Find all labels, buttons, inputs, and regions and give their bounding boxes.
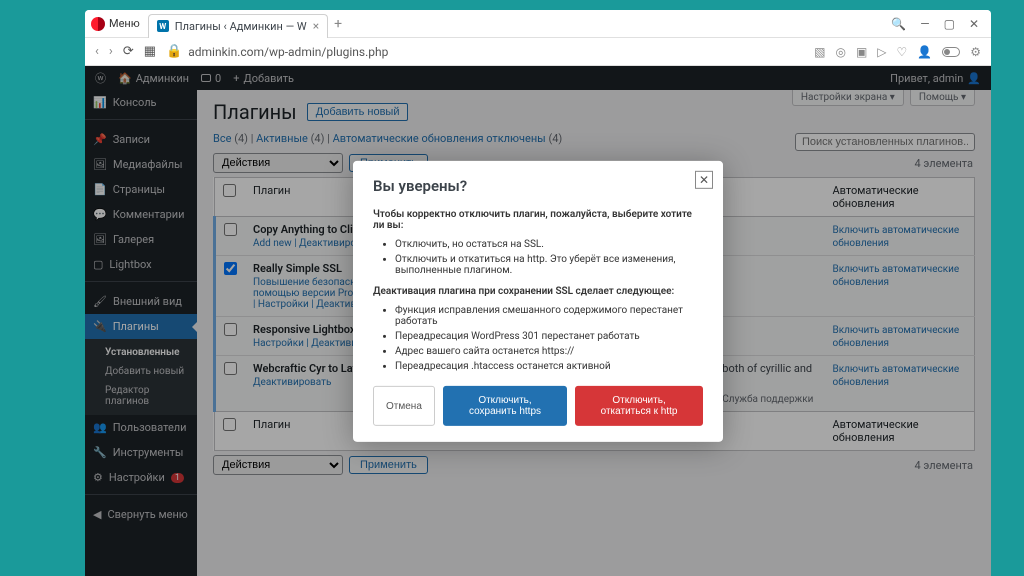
toggle-icon[interactable]: [942, 47, 960, 57]
browser-menu-button[interactable]: Меню: [109, 17, 140, 30]
grid-icon[interactable]: ▦: [144, 44, 156, 59]
cancel-button[interactable]: Отмена: [373, 386, 435, 426]
modal-close-button[interactable]: ✕: [695, 171, 713, 189]
minimize-icon[interactable]: —: [920, 17, 929, 31]
reload-icon[interactable]: ⟳: [123, 44, 134, 59]
modal-subhead: Деактивация плагина при сохранении SSL с…: [373, 286, 703, 297]
ext-icon[interactable]: ▷: [877, 45, 886, 59]
modal-list-item: Переадресация .htaccess останется активн…: [395, 361, 703, 372]
modal-list-item: Отключить и откатиться на http. Это убер…: [395, 254, 703, 276]
tab-close-icon[interactable]: ×: [313, 19, 319, 33]
modal-list-item: Переадресация WordPress 301 перестанет р…: [395, 331, 703, 342]
modal-list-item: Адрес вашего сайта останется https://: [395, 346, 703, 357]
address-bar: ‹ › ⟳ ▦ 🔒 adminkin.com/wp-admin/plugins.…: [85, 38, 991, 66]
search-icon[interactable]: 🔍: [891, 17, 906, 31]
deactivate-keep-button[interactable]: Отключить, сохранить https: [443, 386, 567, 426]
ext-icon[interactable]: ▣: [856, 45, 867, 59]
modal-overlay[interactable]: ✕ Вы уверены? Чтобы корректно отключить …: [85, 66, 991, 576]
profile-icon[interactable]: 👤: [917, 45, 932, 59]
browser-tab[interactable]: W Плагины ‹ Админкин — W ×: [148, 14, 328, 38]
forward-icon[interactable]: ›: [109, 44, 113, 59]
lock-icon: 🔒: [166, 44, 182, 59]
ext-icon[interactable]: ♡: [897, 45, 908, 59]
modal-title: Вы уверены?: [373, 177, 703, 195]
modal-list-item: Функция исправления смешанного содержимо…: [395, 305, 703, 327]
browser-titlebar: Меню W Плагины ‹ Админкин — W × + 🔍 — ▢ …: [85, 10, 991, 38]
opera-logo-icon: [91, 17, 105, 31]
modal-intro: Чтобы корректно отключить плагин, пожалу…: [373, 209, 703, 231]
url-text[interactable]: adminkin.com/wp-admin/plugins.php: [188, 45, 388, 59]
tab-title: Плагины ‹ Админкин — W: [175, 20, 307, 33]
maximize-icon[interactable]: ▢: [944, 17, 955, 31]
ext-icon[interactable]: ◎: [835, 45, 845, 59]
wp-favicon-icon: W: [157, 20, 169, 32]
ext-icon[interactable]: ▧: [814, 45, 825, 59]
close-icon[interactable]: ✕: [969, 17, 979, 31]
new-tab-button[interactable]: +: [334, 16, 342, 32]
deactivate-modal: ✕ Вы уверены? Чтобы корректно отключить …: [353, 161, 723, 442]
modal-list-item: Отключить, но остаться на SSL.: [395, 239, 703, 250]
back-icon[interactable]: ‹: [95, 44, 99, 59]
easy-setup-icon[interactable]: ⚙: [970, 45, 981, 59]
deactivate-revert-button[interactable]: Отключить, откатиться к http: [575, 386, 703, 426]
